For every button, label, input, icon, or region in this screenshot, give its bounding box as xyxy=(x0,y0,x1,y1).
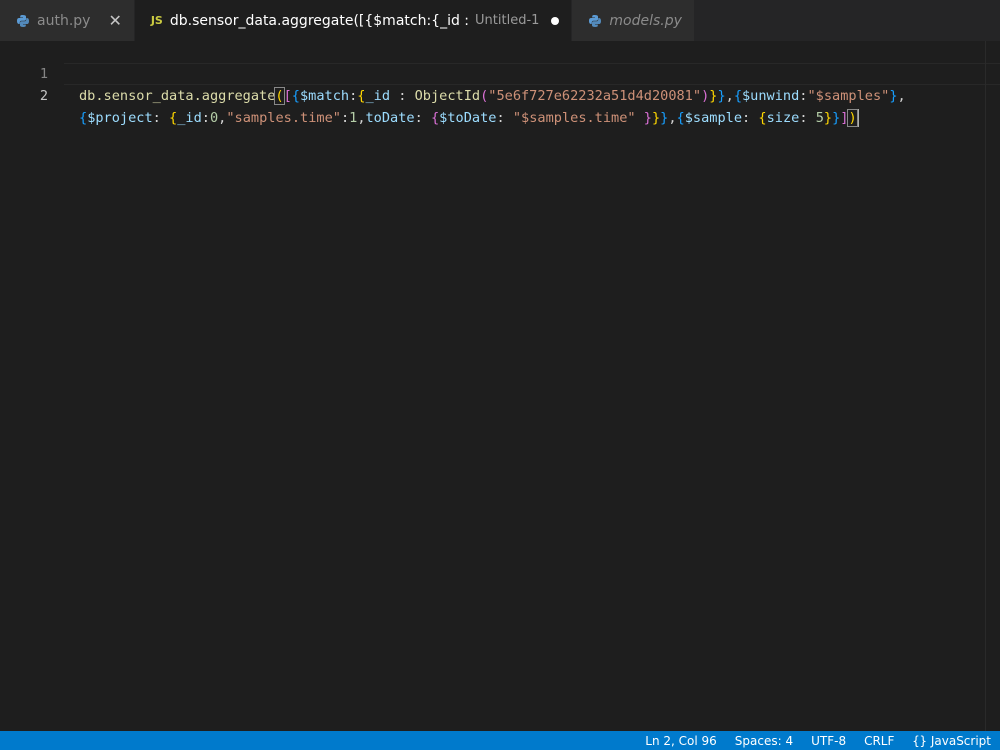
status-bar: Ln 2, Col 96 Spaces: 4 UTF-8 CRLF {} Jav… xyxy=(0,731,1000,750)
tab-label: auth.py xyxy=(37,12,91,29)
tab-models-py[interactable]: models.py xyxy=(572,0,695,41)
language-mode[interactable]: {} JavaScript xyxy=(903,734,1000,748)
text-cursor xyxy=(856,109,859,127)
code-line[interactable]: 2 {$project: {_id:0,"samples.time":1,toD… xyxy=(0,63,859,127)
tab-label: db.sensor_data.aggregate([{$match:{_id : xyxy=(169,12,470,29)
current-line-highlight xyxy=(64,63,1000,85)
language-label: JavaScript xyxy=(930,733,991,748)
tab-bar: auth.py ✕ JS db.sensor_data.aggregate([{… xyxy=(0,0,1000,41)
line-number: 2 xyxy=(39,88,48,104)
tab-untitled-1[interactable]: JS db.sensor_data.aggregate([{$match:{_i… xyxy=(134,0,573,41)
code-text: db.sensor_data.aggregate([{$match:{_id :… xyxy=(79,87,906,105)
eol-status[interactable]: CRLF xyxy=(855,734,903,748)
tab-label: models.py xyxy=(609,12,682,29)
indentation-status[interactable]: Spaces: 4 xyxy=(726,734,802,748)
tab-auth-py[interactable]: auth.py ✕ xyxy=(0,0,135,41)
braces-icon: {} xyxy=(912,733,927,748)
javascript-icon: JS xyxy=(150,14,163,27)
unsaved-dot-icon[interactable] xyxy=(551,16,560,25)
python-icon xyxy=(16,14,30,28)
tab-bar-empty-area[interactable] xyxy=(694,0,1000,41)
close-icon[interactable]: ✕ xyxy=(108,11,121,30)
code-text: {$project: {_id:0,"samples.time":1,toDat… xyxy=(79,109,859,127)
python-icon xyxy=(588,14,602,28)
tab-description: Untitled-1 xyxy=(475,13,540,28)
overview-ruler[interactable] xyxy=(985,41,1000,731)
code-line[interactable]: 1 db.sensor_data.aggregate([{$match:{_id… xyxy=(0,41,906,105)
cursor-position[interactable]: Ln 2, Col 96 xyxy=(636,734,726,748)
encoding-status[interactable]: UTF-8 xyxy=(802,734,855,748)
code-editor[interactable]: 1 db.sensor_data.aggregate([{$match:{_id… xyxy=(0,41,1000,731)
